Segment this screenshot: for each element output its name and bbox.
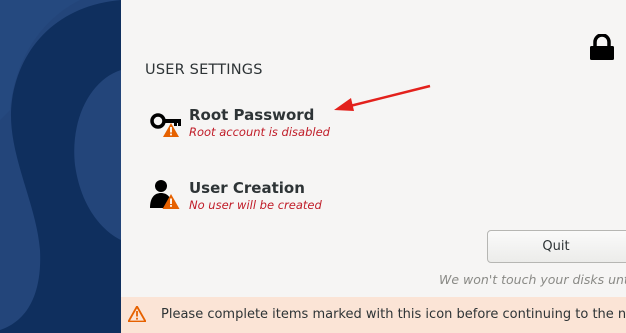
spoke-status: No user will be created [189,198,322,212]
lock-icon [590,34,614,60]
quit-button[interactable]: Quit [487,230,626,263]
sidebar-logo-graphic [0,0,121,333]
spoke-user-creation[interactable]: User Creation No user will be created [145,179,445,229]
disk-note: We won't touch your disks until [439,272,626,287]
warning-bar: Please complete items marked with this i… [121,297,626,333]
spoke-title: User Creation [189,179,305,197]
warning-icon [128,306,146,322]
section-title: USER SETTINGS [145,62,263,78]
user-icon [150,180,180,209]
spoke-status: Root account is disabled [189,125,330,139]
key-icon [150,113,181,137]
spoke-title: Root Password [189,106,315,124]
annotation-arrow [334,84,431,111]
warning-text: Please complete items marked with this i… [161,307,626,322]
sidebar [0,0,121,333]
